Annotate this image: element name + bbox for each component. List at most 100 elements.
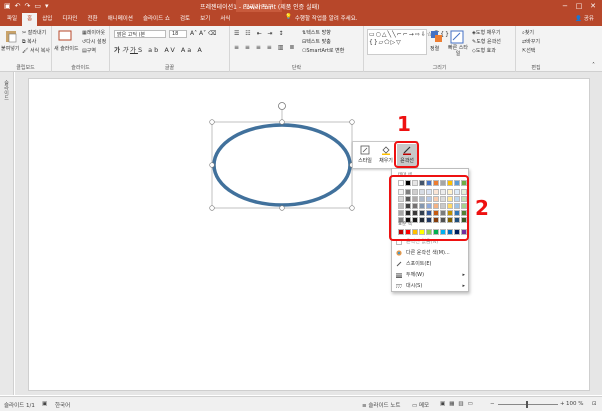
- view-buttons[interactable]: ▣▦▥▭: [440, 401, 477, 407]
- quick-styles-icon[interactable]: [450, 30, 464, 44]
- language-indicator[interactable]: 한국어: [55, 401, 70, 409]
- shapes-gallery[interactable]: ▭○△╲╲⌐⌐→⇨⇩☆⌒{}{}▱⬠▷▽: [367, 29, 449, 55]
- selection-box: [211, 121, 353, 209]
- spellcheck-icon[interactable]: ▣: [42, 401, 47, 407]
- notes-button[interactable]: ≡ 슬라이드 노트: [362, 401, 400, 409]
- tab-home[interactable]: 홈: [22, 13, 38, 26]
- collapse-ribbon-icon[interactable]: ˄: [592, 62, 595, 69]
- share-button[interactable]: 👤 공유: [575, 14, 594, 22]
- more-colors-item[interactable]: 다른 윤곽선 색(M)...: [394, 248, 468, 258]
- resize-handle[interactable]: [209, 119, 215, 125]
- shape-fill-button[interactable]: ◈도형 채우기: [472, 29, 500, 36]
- zoom-slider[interactable]: [498, 404, 558, 405]
- dropdown-icon[interactable]: ▾: [45, 1, 49, 11]
- scissors-icon: ✂: [22, 30, 27, 36]
- undo-icon[interactable]: ↶: [15, 1, 21, 11]
- reset-button[interactable]: ↺다시 설정: [82, 38, 106, 45]
- tab-transitions[interactable]: 전환: [83, 13, 103, 26]
- maximize-button[interactable]: □: [572, 0, 586, 12]
- zoom-slider-thumb[interactable]: [526, 401, 528, 408]
- tab-insert[interactable]: 삽입: [37, 13, 57, 26]
- redo-icon[interactable]: ↷: [25, 1, 31, 11]
- style-icon: [360, 145, 370, 155]
- ellipse-shape[interactable]: [205, 98, 365, 214]
- new-slide-icon[interactable]: [58, 29, 72, 43]
- section-label: 구역: [86, 48, 96, 54]
- cut-label: 잘라내기: [27, 30, 47, 36]
- new-slide-button[interactable]: 새 슬라이드: [54, 45, 79, 52]
- smartart-button[interactable]: ⎔SmartArt로 변환: [302, 47, 344, 54]
- tab-view[interactable]: 보기: [195, 13, 215, 26]
- editing-group: ⌕찾기 ⇄바꾸기 ⇱선택 편집: [516, 26, 556, 72]
- weight-item[interactable]: 두께(W) ▸: [394, 270, 468, 280]
- resize-handle[interactable]: [279, 205, 285, 211]
- submenu-arrow-icon: ▸: [462, 272, 465, 278]
- quick-access-toolbar: ▣ ↶ ↷ ▭ ▾: [4, 1, 49, 11]
- paste-button[interactable]: 붙여넣기: [1, 45, 19, 52]
- fit-slide-icon[interactable]: ⊡: [592, 401, 597, 407]
- shape-outline-button[interactable]: ✎도형 윤곽선: [472, 38, 501, 45]
- ellipse-outline[interactable]: [212, 123, 352, 207]
- font-name-box[interactable]: 맑은 고딕 (본: [114, 30, 166, 38]
- tab-file[interactable]: 파일: [2, 13, 22, 26]
- resize-handle[interactable]: [209, 205, 215, 211]
- layout-label: 레이아웃: [86, 30, 106, 36]
- resize-handle[interactable]: [349, 119, 355, 125]
- tab-review[interactable]: 검토: [175, 13, 195, 26]
- select-button[interactable]: ⇱선택: [522, 47, 535, 54]
- thumbnail-pane[interactable]: 슬라이드: [0, 72, 14, 395]
- list-icons[interactable]: ☰ ☷ ⇤ ⇥ ↕: [234, 30, 285, 37]
- tab-slideshow[interactable]: 슬라이드 쇼: [138, 13, 175, 26]
- font-grow-icon[interactable]: A˄ A˅ ⌫: [190, 30, 217, 37]
- present-icon[interactable]: ▭: [34, 1, 41, 11]
- section-button[interactable]: ▤구역: [82, 47, 96, 54]
- rotate-handle-icon[interactable]: [278, 102, 286, 110]
- minimize-button[interactable]: −: [558, 0, 572, 12]
- arrange-button[interactable]: 정렬: [430, 45, 439, 52]
- smartart-label: SmartArt로 변환: [306, 48, 345, 54]
- arrange-icon[interactable]: [430, 30, 444, 44]
- tell-me-text: 수행할 작업을 알려 주세요.: [294, 16, 358, 22]
- resize-handle[interactable]: [279, 119, 285, 125]
- dashes-item[interactable]: 대시(S) ▸: [394, 281, 468, 291]
- eyedropper-item[interactable]: 스포이트(E): [394, 259, 468, 269]
- notes-label: 슬라이드 노트: [368, 403, 401, 409]
- text-direction-button[interactable]: ⇅텍스트 방향: [302, 29, 331, 36]
- resize-handle[interactable]: [209, 162, 215, 168]
- comments-button[interactable]: ▭ 메모: [412, 401, 429, 409]
- font-style-icons[interactable]: 가가가S ab AV Aa A: [114, 44, 204, 54]
- replace-label: 바꾸기: [526, 39, 541, 45]
- quick-styles-button[interactable]: 빠른 스타일: [448, 45, 468, 57]
- drawing-group-label: 그리기: [432, 65, 447, 71]
- zoom-out-icon[interactable]: −: [490, 401, 495, 407]
- share-label: 공유: [583, 16, 594, 22]
- replace-button[interactable]: ⇄바꾸기: [522, 38, 540, 45]
- save-icon[interactable]: ▣: [4, 1, 11, 11]
- cut-button[interactable]: ✂ 잘라내기: [22, 29, 46, 36]
- mini-style-button[interactable]: 스타일: [355, 144, 375, 168]
- tab-design[interactable]: 디자인: [57, 13, 82, 26]
- tell-me-box[interactable]: 💡 수행할 작업을 알려 주세요.: [285, 14, 358, 22]
- tab-animations[interactable]: 애니메이션: [103, 13, 138, 26]
- zoom-in-icon[interactable]: +: [560, 401, 565, 407]
- ribbon-tabs-row: 파일 홈 삽입 디자인 전환 애니메이션 슬라이드 쇼 검토 보기 서식 💡 수…: [0, 12, 602, 26]
- zoom-level[interactable]: 100 %: [566, 401, 583, 407]
- paragraph-group: ☰ ☷ ⇤ ⇥ ↕ ≡ ≡ ≡ ≡ ▥ ≣ ⇅텍스트 방향 ⊟텍스트 맞춤 ⎔S…: [230, 26, 364, 72]
- mini-fill-button[interactable]: 채우기: [376, 144, 396, 168]
- mini-fill-label: 채우기: [379, 158, 393, 164]
- align-text-button[interactable]: ⊟텍스트 맞춤: [302, 38, 331, 45]
- paste-icon[interactable]: [4, 29, 18, 43]
- format-painter-button[interactable]: 🖌 서식 복사: [22, 47, 50, 54]
- copy-icon: ⧉: [22, 39, 26, 45]
- copy-button[interactable]: ⧉ 복사: [22, 38, 36, 45]
- tab-format[interactable]: 서식: [215, 13, 235, 26]
- resize-handle[interactable]: [349, 205, 355, 211]
- drawing-group: ▭○△╲╲⌐⌐→⇨⇩☆⌒{}{}▱⬠▷▽ 정렬 빠른 스타일 ◈도형 채우기 ✎…: [364, 26, 516, 72]
- close-button[interactable]: ✕: [586, 0, 600, 12]
- layout-button[interactable]: ▦레이아웃: [82, 29, 105, 36]
- align-icons[interactable]: ≡ ≡ ≡ ≡ ▥ ≣: [234, 44, 296, 51]
- shape-effects-button[interactable]: ◇도형 효과: [472, 47, 496, 54]
- font-size-box[interactable]: 18: [169, 30, 187, 38]
- clipboard-group: 붙여넣기 ✂ 잘라내기 ⧉ 복사 🖌 서식 복사 클립보드: [0, 26, 52, 72]
- find-button[interactable]: ⌕찾기: [522, 29, 534, 36]
